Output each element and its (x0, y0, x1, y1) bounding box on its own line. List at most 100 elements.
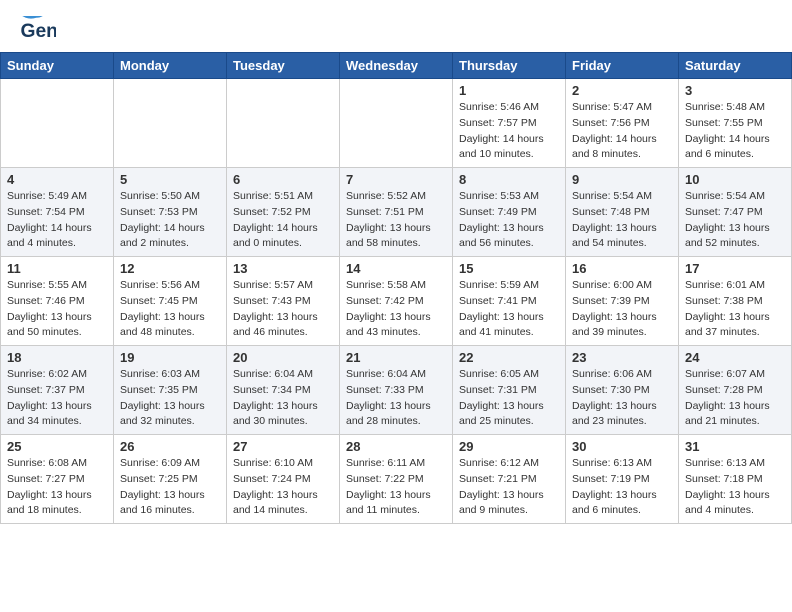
calendar-cell: 17 Sunrise: 6:01 AM Sunset: 7:38 PM Dayli… (679, 257, 792, 346)
day-header-friday: Friday (566, 53, 679, 79)
calendar-cell: 23 Sunrise: 6:06 AM Sunset: 7:30 PM Dayli… (566, 346, 679, 435)
day-number: 8 (459, 172, 559, 187)
day-info: Sunrise: 5:53 AM Sunset: 7:49 PM Dayligh… (459, 189, 559, 252)
day-number: 23 (572, 350, 672, 365)
day-info: Sunrise: 5:50 AM Sunset: 7:53 PM Dayligh… (120, 189, 220, 252)
day-info: Sunrise: 6:08 AM Sunset: 7:27 PM Dayligh… (7, 456, 107, 519)
day-info: Sunrise: 5:58 AM Sunset: 7:42 PM Dayligh… (346, 278, 446, 341)
day-number: 15 (459, 261, 559, 276)
day-info: Sunrise: 6:10 AM Sunset: 7:24 PM Dayligh… (233, 456, 333, 519)
calendar-cell (1, 79, 114, 168)
calendar-cell: 27 Sunrise: 6:10 AM Sunset: 7:24 PM Dayli… (227, 435, 340, 524)
calendar-cell: 16Sunrise: 6:00 AM Sunset: 7:39 PM Dayli… (566, 257, 679, 346)
day-number: 30 (572, 439, 672, 454)
day-info: Sunrise: 6:13 AM Sunset: 7:19 PM Dayligh… (572, 456, 672, 519)
day-header-saturday: Saturday (679, 53, 792, 79)
day-info: Sunrise: 6:05 AM Sunset: 7:31 PM Dayligh… (459, 367, 559, 430)
calendar-header-row: SundayMondayTuesdayWednesdayThursdayFrid… (1, 53, 792, 79)
calendar-cell (114, 79, 227, 168)
day-number: 20 (233, 350, 333, 365)
day-number: 29 (459, 439, 559, 454)
day-info: Sunrise: 5:52 AM Sunset: 7:51 PM Dayligh… (346, 189, 446, 252)
calendar-cell: 25Sunrise: 6:08 AM Sunset: 7:27 PM Dayli… (1, 435, 114, 524)
day-number: 6 (233, 172, 333, 187)
day-number: 13 (233, 261, 333, 276)
day-info: Sunrise: 6:06 AM Sunset: 7:30 PM Dayligh… (572, 367, 672, 430)
calendar-cell: 28 Sunrise: 6:11 AM Sunset: 7:22 PM Dayli… (340, 435, 453, 524)
calendar-cell: 26Sunrise: 6:09 AM Sunset: 7:25 PM Dayli… (114, 435, 227, 524)
day-info: Sunrise: 5:47 AM Sunset: 7:56 PM Dayligh… (572, 100, 672, 163)
day-info: Sunrise: 6:04 AM Sunset: 7:33 PM Dayligh… (346, 367, 446, 430)
day-number: 9 (572, 172, 672, 187)
day-info: Sunrise: 5:54 AM Sunset: 7:48 PM Dayligh… (572, 189, 672, 252)
day-header-sunday: Sunday (1, 53, 114, 79)
calendar-cell: 19Sunrise: 6:03 AM Sunset: 7:35 PM Dayli… (114, 346, 227, 435)
day-info: Sunrise: 5:51 AM Sunset: 7:52 PM Dayligh… (233, 189, 333, 252)
calendar-cell: 30 Sunrise: 6:13 AM Sunset: 7:19 PM Dayli… (566, 435, 679, 524)
svg-text:General: General (21, 21, 57, 42)
day-number: 5 (120, 172, 220, 187)
calendar-cell: 18 Sunrise: 6:02 AM Sunset: 7:37 PM Dayli… (1, 346, 114, 435)
calendar-table: SundayMondayTuesdayWednesdayThursdayFrid… (0, 52, 792, 524)
day-number: 21 (346, 350, 446, 365)
day-number: 28 (346, 439, 446, 454)
day-number: 1 (459, 83, 559, 98)
day-number: 11 (7, 261, 107, 276)
day-number: 24 (685, 350, 785, 365)
day-header-tuesday: Tuesday (227, 53, 340, 79)
calendar-week-row: 4 Sunrise: 5:49 AM Sunset: 7:54 PM Daylig… (1, 168, 792, 257)
page-header: General (0, 0, 792, 52)
day-number: 12 (120, 261, 220, 276)
calendar-cell: 24Sunrise: 6:07 AM Sunset: 7:28 PM Dayli… (679, 346, 792, 435)
day-number: 14 (346, 261, 446, 276)
calendar-cell: 2 Sunrise: 5:47 AM Sunset: 7:56 PM Daylig… (566, 79, 679, 168)
calendar-cell: 1Sunrise: 5:46 AM Sunset: 7:57 PM Daylig… (453, 79, 566, 168)
calendar-cell: 3 Sunrise: 5:48 AM Sunset: 7:55 PM Daylig… (679, 79, 792, 168)
calendar-cell: 11 Sunrise: 5:55 AM Sunset: 7:46 PM Dayli… (1, 257, 114, 346)
calendar-cell: 31 Sunrise: 6:13 AM Sunset: 7:18 PM Dayli… (679, 435, 792, 524)
day-info: Sunrise: 6:01 AM Sunset: 7:38 PM Dayligh… (685, 278, 785, 341)
day-number: 31 (685, 439, 785, 454)
day-number: 3 (685, 83, 785, 98)
day-info: Sunrise: 6:12 AM Sunset: 7:21 PM Dayligh… (459, 456, 559, 519)
calendar-cell (340, 79, 453, 168)
calendar-cell: 10Sunrise: 5:54 AM Sunset: 7:47 PM Dayli… (679, 168, 792, 257)
logo-icon: General (20, 16, 56, 44)
day-header-wednesday: Wednesday (340, 53, 453, 79)
day-info: Sunrise: 6:13 AM Sunset: 7:18 PM Dayligh… (685, 456, 785, 519)
day-info: Sunrise: 6:11 AM Sunset: 7:22 PM Dayligh… (346, 456, 446, 519)
calendar-cell: 22 Sunrise: 6:05 AM Sunset: 7:31 PM Dayli… (453, 346, 566, 435)
day-number: 22 (459, 350, 559, 365)
calendar-cell: 5 Sunrise: 5:50 AM Sunset: 7:53 PM Daylig… (114, 168, 227, 257)
day-info: Sunrise: 5:56 AM Sunset: 7:45 PM Dayligh… (120, 278, 220, 341)
calendar-cell: 14 Sunrise: 5:58 AM Sunset: 7:42 PM Dayli… (340, 257, 453, 346)
day-info: Sunrise: 6:04 AM Sunset: 7:34 PM Dayligh… (233, 367, 333, 430)
day-info: Sunrise: 5:54 AM Sunset: 7:47 PM Dayligh… (685, 189, 785, 252)
day-number: 2 (572, 83, 672, 98)
day-info: Sunrise: 5:55 AM Sunset: 7:46 PM Dayligh… (7, 278, 107, 341)
logo: General (20, 16, 56, 44)
day-info: Sunrise: 6:02 AM Sunset: 7:37 PM Dayligh… (7, 367, 107, 430)
day-number: 27 (233, 439, 333, 454)
calendar-cell: 4 Sunrise: 5:49 AM Sunset: 7:54 PM Daylig… (1, 168, 114, 257)
calendar-cell: 20 Sunrise: 6:04 AM Sunset: 7:34 PM Dayli… (227, 346, 340, 435)
day-number: 4 (7, 172, 107, 187)
day-info: Sunrise: 5:48 AM Sunset: 7:55 PM Dayligh… (685, 100, 785, 163)
day-number: 18 (7, 350, 107, 365)
day-number: 7 (346, 172, 446, 187)
calendar-cell: 29 Sunrise: 6:12 AM Sunset: 7:21 PM Dayli… (453, 435, 566, 524)
day-number: 19 (120, 350, 220, 365)
day-number: 17 (685, 261, 785, 276)
calendar-week-row: 11 Sunrise: 5:55 AM Sunset: 7:46 PM Dayli… (1, 257, 792, 346)
day-header-monday: Monday (114, 53, 227, 79)
calendar-cell (227, 79, 340, 168)
calendar-cell: 6 Sunrise: 5:51 AM Sunset: 7:52 PM Daylig… (227, 168, 340, 257)
day-header-thursday: Thursday (453, 53, 566, 79)
calendar-week-row: 1Sunrise: 5:46 AM Sunset: 7:57 PM Daylig… (1, 79, 792, 168)
calendar-cell: 12 Sunrise: 5:56 AM Sunset: 7:45 PM Dayli… (114, 257, 227, 346)
day-info: Sunrise: 5:49 AM Sunset: 7:54 PM Dayligh… (7, 189, 107, 252)
day-number: 26 (120, 439, 220, 454)
day-info: Sunrise: 5:59 AM Sunset: 7:41 PM Dayligh… (459, 278, 559, 341)
calendar-cell: 21 Sunrise: 6:04 AM Sunset: 7:33 PM Dayli… (340, 346, 453, 435)
day-info: Sunrise: 6:00 AM Sunset: 7:39 PM Dayligh… (572, 278, 672, 341)
